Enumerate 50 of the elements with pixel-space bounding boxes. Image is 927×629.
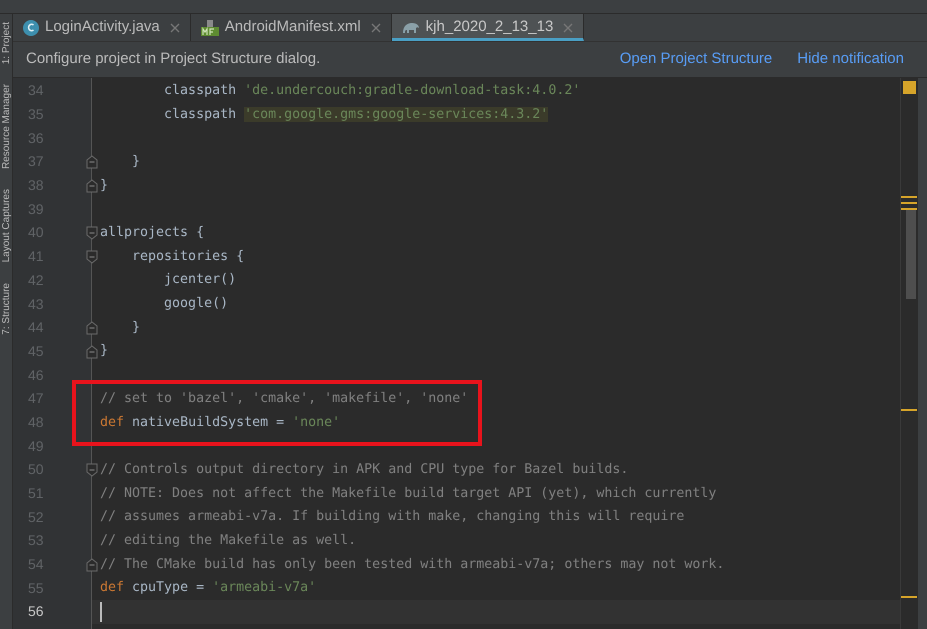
unfold-icon[interactable] <box>86 178 98 193</box>
tool-window-button[interactable]: Resource Manager <box>0 84 12 170</box>
notification-link[interactable]: Open Project Structure <box>620 48 772 71</box>
code-line: allprojects { <box>100 224 204 242</box>
code-line: } <box>100 342 108 360</box>
warning-marker <box>901 196 917 198</box>
code-line: } <box>131 152 140 171</box>
unfold-icon[interactable] <box>86 558 98 572</box>
fold-icon[interactable] <box>86 226 98 240</box>
unfold-icon[interactable] <box>86 320 98 335</box>
elephant-icon <box>402 21 420 34</box>
code-line: // set to 'bazel', 'cmake', 'makefile', 'none' <box>100 390 468 408</box>
code-line: def nativeBuildSystem = 'none' <box>100 414 340 432</box>
code-line: // editing the Makefile as well. <box>100 532 356 550</box>
code-line: classpath 'com.google.gms:google-services:4.3.2' <box>163 106 548 124</box>
fold-icon[interactable] <box>86 250 98 264</box>
warning-marker <box>901 409 917 411</box>
editor-tab[interactable]: AndroidManifest.xml <box>190 14 392 41</box>
tool-window-button[interactable]: Layout Captures <box>0 189 12 263</box>
notification-link[interactable]: Hide notification <box>797 48 904 71</box>
tool-window-button[interactable]: 1: Project <box>0 22 12 64</box>
close-icon[interactable] <box>370 22 381 32</box>
warning-marker <box>901 202 917 204</box>
warning-indicator-icon <box>903 81 916 94</box>
text-cursor <box>100 602 102 622</box>
close-icon[interactable] <box>170 22 180 32</box>
code-line: google() <box>163 295 228 314</box>
unfold-icon[interactable] <box>86 344 98 359</box>
manifest-file-icon <box>200 20 219 36</box>
unfold-icon[interactable] <box>86 155 98 170</box>
code-line: def cpuType = 'armeabi-v7a' <box>100 579 316 598</box>
code-line: classpath 'de.undercouch:gradle-download-task:4.0.2' <box>163 82 580 100</box>
code-line: // NOTE: Does not affect the Makefile build target API (yet), which currently <box>100 484 716 503</box>
editor-tab[interactable]: kjh_2020_2_13_13 <box>392 14 584 41</box>
line-number: 56 <box>27 602 44 622</box>
tool-window-button[interactable]: 7: Structure <box>0 282 12 334</box>
class-icon <box>23 20 39 36</box>
code-line: // Controls output directory in APK and CPU type for Bazel builds. <box>100 460 628 479</box>
code-line: // The CMake build has only been tested with armeabi-v7a; others may not work. <box>100 556 724 574</box>
scrollbar-thumb[interactable] <box>906 209 916 299</box>
fold-icon[interactable] <box>86 463 98 477</box>
editor-tab[interactable]: LoginActivity.java <box>13 14 191 41</box>
code-line: } <box>131 318 140 337</box>
code-line: } <box>100 176 108 195</box>
code-line: repositories { <box>131 248 244 266</box>
notification-message: Configure project in Project Structure dialog. <box>26 49 322 70</box>
warning-marker <box>901 208 917 210</box>
code-line: // assumes armeabi-v7a. If building with make, changing this will require <box>100 508 684 526</box>
code-line: jcenter() <box>163 271 236 290</box>
warning-marker <box>901 596 917 598</box>
